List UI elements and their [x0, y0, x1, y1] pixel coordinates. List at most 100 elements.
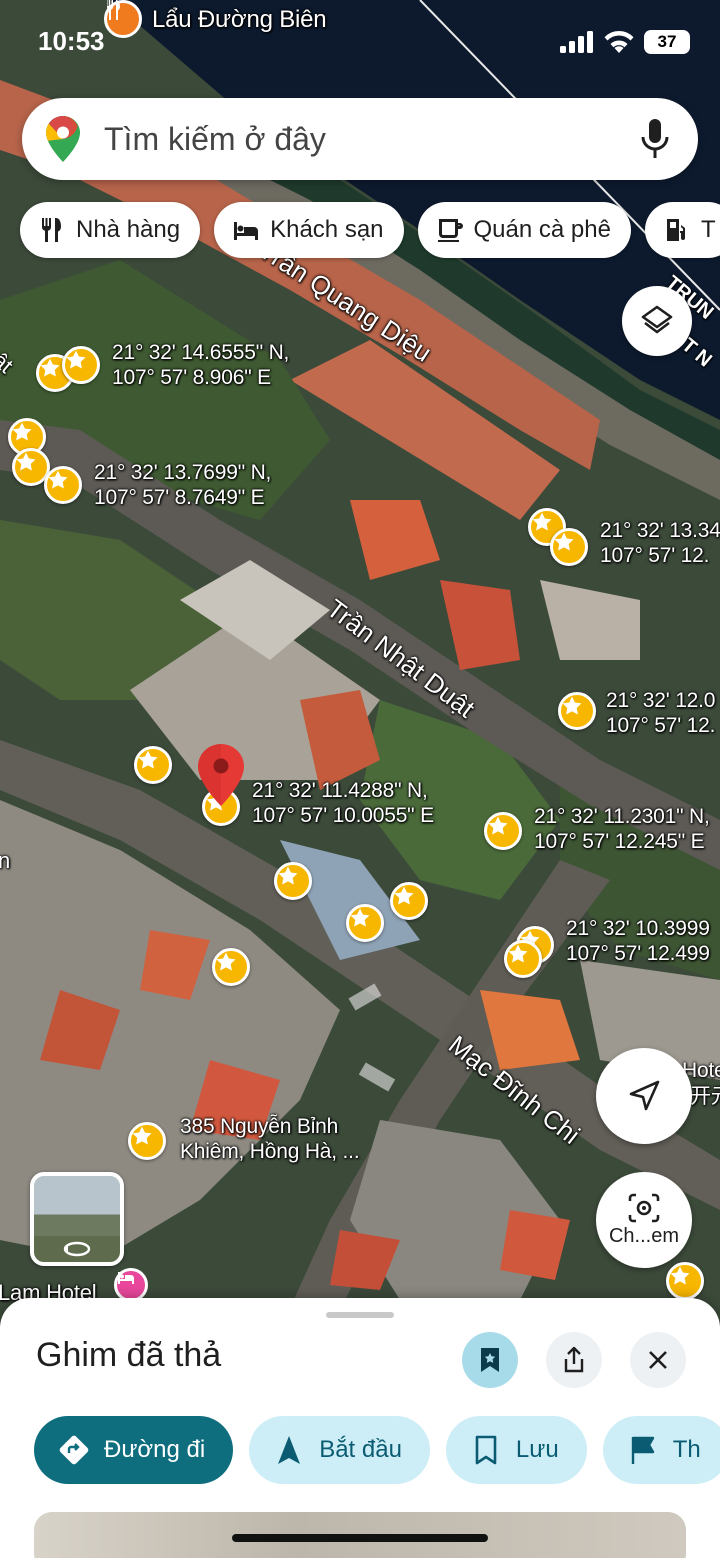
- layers-button[interactable]: [622, 286, 692, 356]
- directions-button[interactable]: Đường đi: [34, 1416, 234, 1484]
- chip-coffee[interactable]: Quán cà phê: [417, 202, 631, 258]
- coordinate-lon: 107° 57' 12.245" E: [534, 830, 705, 853]
- start-navigation-button[interactable]: Bắt đầu: [249, 1416, 430, 1484]
- coordinate-lon: 107° 57' 8.906" E: [112, 366, 271, 389]
- home-indicator[interactable]: [232, 1534, 488, 1542]
- search-bar[interactable]: Tìm kiếm ở đây: [22, 98, 698, 180]
- star-icon: [394, 886, 414, 905]
- star-icon: [40, 358, 60, 377]
- coordinate-label: 21° 32' 13.34 107° 57' 12.: [600, 518, 720, 568]
- coordinate-label: 21° 32' 13.7699" N, 107° 57' 8.7649" E: [94, 460, 271, 510]
- coordinate-label: 21° 32' 12.0 107° 57' 12.: [606, 688, 715, 738]
- star-icon: [48, 470, 68, 489]
- chip-label: T: [700, 216, 716, 243]
- saved-place-star-marker[interactable]: [346, 904, 384, 942]
- my-location-button[interactable]: [596, 1048, 692, 1144]
- label-button-label: Th: [672, 1436, 701, 1463]
- poi-restaurant[interactable]: Lẩu Đường Biên: [104, 0, 327, 38]
- star-icon: [554, 532, 574, 551]
- directions-label: Đường đi: [104, 1436, 206, 1463]
- coordinate-lon: 107° 57' 12.499: [566, 942, 710, 965]
- star-icon: [278, 866, 298, 885]
- share-icon: [564, 1346, 584, 1373]
- street-view-rotate-icon: [63, 1241, 91, 1257]
- saved-place-star-marker[interactable]: [558, 692, 596, 730]
- navigation-arrow-icon: [629, 1080, 660, 1111]
- saved-place-star-marker[interactable]: [128, 1122, 166, 1160]
- chip-restaurants[interactable]: Nhà hàng: [20, 202, 201, 258]
- wifi-icon: [604, 31, 634, 53]
- saved-place-star-marker[interactable]: [550, 528, 588, 566]
- chip-label: Khách sạn: [270, 216, 384, 243]
- star-icon: [508, 944, 528, 963]
- save-button[interactable]: Lưu: [445, 1416, 587, 1484]
- coordinate-lon: 107° 57' 8.7649" E: [94, 486, 265, 509]
- chip-hotels[interactable]: Khách sạn: [214, 202, 404, 258]
- coordinate-label: 21° 32' 10.3999 107° 57' 12.499: [566, 916, 710, 966]
- star-icon: [16, 452, 36, 471]
- sheet-title: Ghim đã thả: [36, 1336, 222, 1374]
- saved-place-star-marker[interactable]: [274, 862, 312, 900]
- status-icons: 37: [560, 30, 690, 54]
- saved-place-star-marker[interactable]: [134, 746, 172, 784]
- saved-place-star-marker[interactable]: [44, 466, 82, 504]
- saved-button[interactable]: [462, 1332, 518, 1388]
- coordinate-lon: 107° 57' 12.: [606, 714, 716, 737]
- coffee-icon: [437, 219, 463, 242]
- action-buttons-row: Đường đi Bắt đầu Lưu Th: [34, 1416, 720, 1484]
- star-icon: [132, 1126, 152, 1145]
- star-icon: [532, 512, 552, 531]
- star-icon: [138, 750, 158, 769]
- navigation-icon: [278, 1436, 301, 1464]
- label-button[interactable]: Th: [602, 1416, 720, 1484]
- layers-icon: [641, 305, 673, 334]
- restaurant-poi-icon: [104, 0, 142, 38]
- save-label: Lưu: [515, 1436, 559, 1463]
- saved-place-star-marker[interactable]: [390, 882, 428, 920]
- star-icon: [488, 816, 508, 835]
- category-chips: Nhà hàng Khách sạn Quán cà phê T: [20, 202, 720, 258]
- coordinate-lat: 21° 32' 13.7699" N,: [94, 461, 272, 484]
- star-icon: [562, 696, 582, 715]
- restaurant-icon: [42, 218, 61, 242]
- battery-indicator: 37: [644, 30, 690, 54]
- gas-station-icon: [666, 219, 685, 241]
- flag-icon: [631, 1436, 654, 1464]
- signal-icon: [560, 31, 593, 53]
- coordinate-lat: 21° 32' 13.34: [600, 519, 720, 542]
- chip-gas[interactable]: T: [644, 202, 720, 258]
- coordinate-lat: 21° 32' 11.2301" N,: [534, 805, 710, 828]
- coordinate-label-dropped-pin: 21° 32' 11.4288" N, 107° 57' 10.0055" E: [252, 778, 434, 828]
- address-line-1: 385 Nguyễn Bỉnh: [180, 1115, 339, 1138]
- search-input[interactable]: Tìm kiếm ở đây: [104, 121, 640, 158]
- saved-place-star-marker[interactable]: [62, 346, 100, 384]
- close-button[interactable]: [630, 1332, 686, 1388]
- bookmark-icon: [475, 1435, 497, 1465]
- red-pin-icon: [198, 744, 244, 806]
- saved-place-star-marker[interactable]: [666, 1262, 704, 1300]
- star-icon: [216, 952, 236, 971]
- saved-place-star-marker[interactable]: [484, 812, 522, 850]
- coordinate-lat: 21° 32' 12.0: [606, 689, 716, 712]
- close-icon: [649, 1351, 667, 1369]
- saved-place-star-marker[interactable]: [504, 940, 542, 978]
- share-button[interactable]: [546, 1332, 602, 1388]
- chip-label: Quán cà phê: [473, 216, 611, 243]
- address-label: 385 Nguyễn Bỉnh Khiêm, Hồng Hà, ...: [180, 1114, 360, 1164]
- saved-place-star-marker[interactable]: [212, 948, 250, 986]
- directions-icon: [59, 1435, 89, 1465]
- poi-restaurant-label: Lẩu Đường Biên: [152, 5, 327, 33]
- camera-search-button[interactable]: Ch...em: [596, 1172, 692, 1268]
- coordinate-lat: 21° 32' 14.6555" N,: [112, 341, 290, 364]
- coordinate-lat: 21° 32' 10.3999: [566, 917, 710, 940]
- google-maps-pin-icon: [46, 116, 80, 162]
- bottom-sheet[interactable]: Ghim đã thả Đường đi Bắt đầu Lưu Th: [0, 1298, 720, 1558]
- street-view-thumbnail[interactable]: [30, 1172, 124, 1266]
- sheet-drag-handle[interactable]: [326, 1312, 394, 1318]
- coordinate-label: 21° 32' 11.2301" N, 107° 57' 12.245" E: [534, 804, 710, 854]
- hotel-poi-icon[interactable]: [114, 1268, 148, 1302]
- chip-label: Nhà hàng: [76, 216, 181, 243]
- hotel-label-right-2: 开元: [690, 1085, 720, 1108]
- address-line-2: Khiêm, Hồng Hà, ...: [180, 1140, 360, 1163]
- mic-icon[interactable]: [640, 119, 670, 159]
